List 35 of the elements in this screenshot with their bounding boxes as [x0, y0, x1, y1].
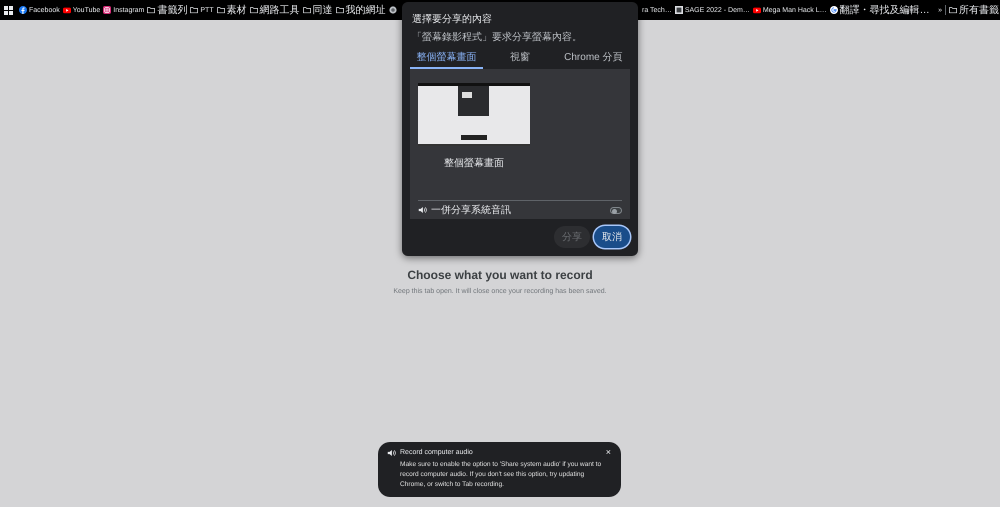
folder-icon	[190, 6, 198, 14]
folder-icon	[216, 6, 225, 14]
speaker-icon	[387, 448, 396, 456]
folder-icon	[336, 6, 344, 14]
dialog-subtitle: 「螢幕錄影程式」要求分享螢幕內容。	[412, 30, 583, 44]
bookmark[interactable]: 翻譯・尋找及編輯…	[830, 3, 930, 17]
globe-icon[interactable]	[388, 6, 397, 14]
tab[interactable]: 視窗	[483, 48, 557, 69]
google-icon	[830, 6, 838, 14]
bookmark[interactable]: 書籤列	[147, 3, 188, 17]
square-logo-icon	[674, 6, 683, 14]
youtube-icon	[62, 6, 71, 14]
instagram-icon	[103, 6, 112, 14]
facebook-icon	[19, 6, 27, 14]
folder-icon	[147, 6, 156, 14]
speaker-icon	[418, 206, 427, 214]
youtube-icon	[752, 6, 761, 14]
dialog-title: 選擇要分享的內容	[412, 12, 493, 26]
cancel-button[interactable]: 取消	[594, 226, 630, 248]
screen-preview-drawing[interactable]	[418, 83, 530, 146]
tab[interactable]: Chrome 分頁	[556, 48, 630, 69]
close-button[interactable]: ×	[606, 448, 611, 457]
bookmark[interactable]: 素材	[216, 3, 247, 17]
source-label: 整個螢幕畫面	[444, 156, 504, 170]
folder-icon	[250, 6, 258, 14]
all-bookmarks-button[interactable]: 所有書籤	[949, 3, 999, 17]
folder-icon	[302, 6, 311, 14]
audio-label: 一併分享系統音訊	[431, 204, 512, 217]
folder-icon	[949, 6, 957, 14]
bookmark[interactable]: 網路工具	[250, 3, 300, 17]
bookmark[interactable]: 我的網址	[336, 3, 386, 17]
page-heading: Choose what you want to record	[407, 268, 593, 282]
bookmark[interactable]: 同達	[302, 3, 333, 17]
audio-toggle[interactable]	[610, 206, 622, 214]
apps-grid-icon[interactable]	[4, 6, 13, 14]
